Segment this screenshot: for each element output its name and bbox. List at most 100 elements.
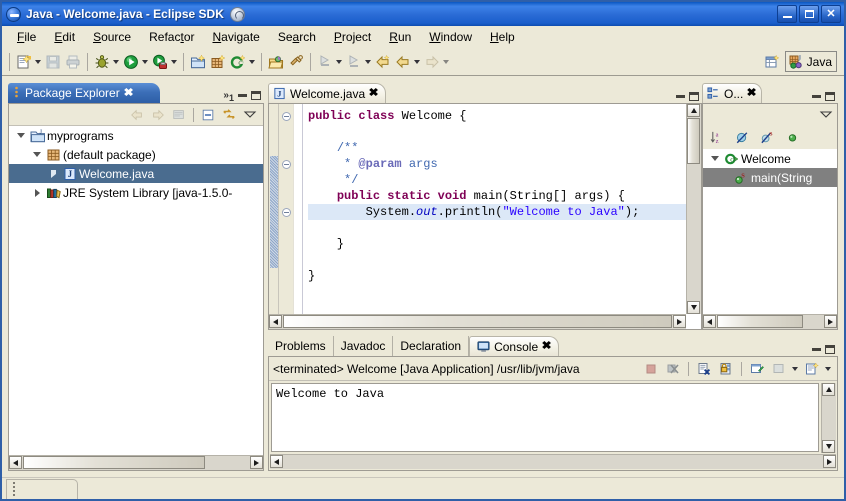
menu-window[interactable]: Window [420, 27, 481, 47]
code-editor[interactable]: public class Welcome { /** * @param args… [269, 104, 701, 329]
next-annotation-icon[interactable] [315, 52, 335, 72]
open-perspective-icon[interactable] [762, 52, 782, 72]
source-code[interactable]: public class Welcome { /** * @param args… [294, 104, 701, 284]
expand-twisty-icon[interactable] [13, 126, 29, 145]
scroll-down-button[interactable] [822, 440, 835, 453]
new-class-icon[interactable]: C [228, 52, 248, 72]
folding-gutter[interactable] [279, 104, 294, 329]
maximize-button[interactable] [799, 5, 819, 23]
terminate-icon[interactable] [641, 359, 661, 379]
collapse-twisty-icon[interactable] [29, 183, 45, 202]
package-explorer-hscrollbar[interactable] [9, 455, 263, 470]
outline-tree[interactable]: C Welcome S main(String [703, 149, 837, 313]
maximize-view-button[interactable] [251, 91, 261, 100]
close-icon[interactable]: ✖ [747, 88, 757, 99]
menu-refactor[interactable]: Refactor [140, 27, 203, 47]
remove-all-terminated-icon[interactable] [663, 359, 683, 379]
open-console-icon[interactable] [802, 359, 822, 379]
print-icon[interactable] [63, 52, 83, 72]
open-console-dropdown-arrow[interactable] [825, 366, 831, 371]
minimize-button[interactable] [777, 5, 797, 23]
tab-console[interactable]: Console ✖ [469, 336, 560, 356]
menu-source[interactable]: Source [84, 27, 140, 47]
expand-twisty-icon[interactable] [29, 145, 45, 164]
status-bar-grip[interactable] [6, 478, 78, 499]
debug-dropdown-arrow[interactable] [113, 59, 119, 64]
tab-problems[interactable]: Problems [268, 336, 334, 356]
pin-console-icon[interactable] [747, 359, 767, 379]
new-wizard-icon[interactable] [14, 52, 34, 72]
collapse-all-icon[interactable] [198, 105, 218, 125]
menu-file[interactable]: File [8, 27, 45, 47]
scroll-thumb[interactable] [283, 315, 672, 328]
maximize-editor-button[interactable] [689, 92, 699, 101]
package-explorer-tree[interactable]: J myprograms (default package) J Welcome… [9, 126, 263, 454]
new-package-icon[interactable] [208, 52, 228, 72]
forward-icon[interactable] [422, 52, 442, 72]
menu-search[interactable]: Search [269, 27, 325, 47]
new-java-project-icon[interactable] [188, 52, 208, 72]
maximize-view-button[interactable] [825, 345, 835, 354]
expand-twisty-icon[interactable] [707, 149, 723, 168]
outline-item-welcome[interactable]: C Welcome [703, 149, 837, 168]
fold-toggle-icon[interactable] [282, 208, 291, 217]
perspective-java-button[interactable]: J Java [784, 51, 837, 72]
overview-ruler[interactable] [269, 104, 279, 329]
tab-package-explorer[interactable]: Package Explorer ✖ [8, 83, 160, 103]
scroll-down-button[interactable] [687, 301, 700, 314]
hide-static-icon[interactable]: S [757, 128, 777, 148]
save-icon[interactable] [43, 52, 63, 72]
minimize-view-button[interactable] [812, 95, 821, 98]
scroll-thumb[interactable] [717, 315, 803, 328]
scroll-right-button[interactable] [824, 315, 837, 328]
menu-navigate[interactable]: Navigate [203, 27, 268, 47]
hide-non-public-icon[interactable] [782, 128, 802, 148]
code-text-region[interactable]: public class Welcome { /** * @param args… [294, 104, 701, 329]
outline-hscrollbar[interactable] [703, 314, 837, 329]
overflow-chevron[interactable]: »1 [223, 90, 234, 103]
scroll-left-button[interactable] [9, 456, 22, 469]
scroll-left-button[interactable] [269, 315, 282, 328]
editor-hscrollbar[interactable] [269, 314, 686, 329]
tree-item-jre-system-library[interactable]: JRE System Library [java-1.5.0- [9, 183, 263, 202]
sort-icon[interactable]: a z [707, 128, 727, 148]
collapse-link-icon[interactable] [169, 105, 189, 125]
link-with-editor-icon[interactable] [219, 105, 239, 125]
scroll-lock-icon[interactable] [716, 359, 736, 379]
back-dropdown-arrow[interactable] [414, 59, 420, 64]
run-icon[interactable] [121, 52, 141, 72]
fold-toggle-icon[interactable] [282, 112, 291, 121]
menu-help[interactable]: Help [481, 27, 524, 47]
view-menu-icon[interactable] [240, 105, 260, 125]
tab-welcome-java[interactable]: J Welcome.java ✖ [268, 83, 387, 103]
run-external-dropdown-arrow[interactable] [171, 59, 177, 64]
close-icon[interactable]: ✖ [369, 88, 379, 99]
scroll-thumb[interactable] [687, 118, 700, 164]
console-output[interactable]: Welcome to Java [271, 383, 819, 452]
tree-item-myprograms[interactable]: J myprograms [9, 126, 263, 145]
debug-icon[interactable] [92, 52, 112, 72]
scroll-left-button[interactable] [703, 315, 716, 328]
scroll-up-button[interactable] [822, 383, 835, 396]
console-hscrollbar[interactable] [270, 454, 836, 469]
menu-project[interactable]: Project [325, 27, 380, 47]
display-selected-console-dropdown-arrow[interactable] [792, 366, 798, 371]
close-button[interactable]: ✕ [821, 5, 841, 23]
collapse-twisty-icon[interactable] [45, 164, 61, 183]
previous-annotation-icon[interactable] [344, 52, 364, 72]
display-selected-console-icon[interactable] [769, 359, 789, 379]
maximize-view-button[interactable] [825, 92, 835, 101]
run-dropdown-arrow[interactable] [142, 59, 148, 64]
tab-javadoc[interactable]: Javadoc [334, 336, 394, 356]
scroll-right-button[interactable] [673, 315, 686, 328]
tree-item-welcome-java[interactable]: J Welcome.java [9, 164, 263, 183]
hide-fields-icon[interactable] [732, 128, 752, 148]
back-icon[interactable] [127, 105, 147, 125]
scroll-up-button[interactable] [687, 104, 700, 117]
outline-item-main-method[interactable]: S main(String [703, 168, 837, 187]
new-class-dropdown-arrow[interactable] [249, 59, 255, 64]
tree-item-default-package[interactable]: (default package) [9, 145, 263, 164]
scroll-thumb[interactable] [23, 456, 205, 469]
editor-vscrollbar[interactable] [686, 104, 701, 314]
back-icon[interactable] [393, 52, 413, 72]
